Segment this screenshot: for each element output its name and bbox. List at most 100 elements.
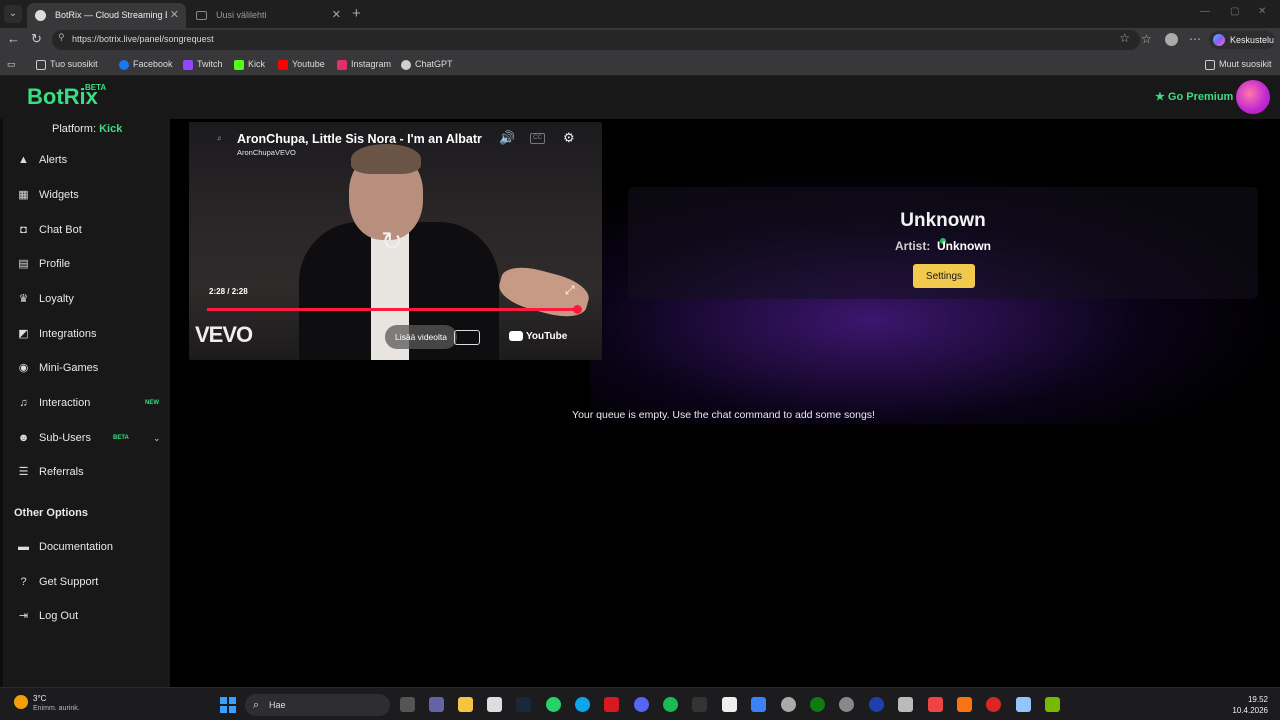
avatar[interactable] <box>1236 80 1270 114</box>
address-bar[interactable]: ⚲ https://botrix.live/panel/songrequest … <box>52 30 1140 50</box>
notepad-icon[interactable] <box>722 697 737 712</box>
sidebar-item-interaction[interactable]: ♫ Interaction NEW <box>3 389 170 417</box>
app-circle-icon[interactable] <box>839 697 854 712</box>
sidebar-item-referrals[interactable]: ☰ Referrals <box>3 458 170 486</box>
xbox-icon[interactable] <box>810 697 825 712</box>
maximize-icon[interactable]: ▢ <box>1230 6 1239 17</box>
copilot-label: Keskustelu <box>1230 35 1275 45</box>
close-window-icon[interactable]: ✕ <box>1258 6 1266 17</box>
back-icon[interactable]: ← <box>7 31 20 46</box>
ea-icon[interactable] <box>869 697 884 712</box>
weather-icon[interactable] <box>14 695 28 709</box>
bookmark-instagram[interactable]: Instagram <box>337 52 391 76</box>
clock-time: 19.52 <box>1247 695 1268 704</box>
sidebar-item-log-out[interactable]: ⇥ Log Out <box>3 602 170 630</box>
vlc-icon[interactable] <box>957 697 972 712</box>
youtube-logo[interactable]: YouTube <box>509 331 567 342</box>
close-tab-icon[interactable]: ✕ <box>332 3 341 28</box>
channel-avatar-icon[interactable]: ♫ <box>209 135 229 153</box>
video-channel[interactable]: AronChupaVEVO <box>237 148 296 157</box>
temperature[interactable]: 3°C <box>33 694 46 703</box>
bookmark-twitch[interactable]: Twitch <box>183 52 223 76</box>
close-tab-icon[interactable]: ✕ <box>170 3 179 28</box>
sidebar-item-widgets[interactable]: ▦ Widgets <box>3 181 170 209</box>
edge-icon[interactable] <box>575 697 590 712</box>
sidebar-item-label: Referrals <box>39 466 84 478</box>
browser-profile-icon[interactable] <box>1165 33 1178 46</box>
task-view-icon[interactable] <box>400 697 415 712</box>
snipping-tool-icon[interactable] <box>1016 697 1031 712</box>
volume-icon[interactable]: 🔊 <box>499 130 515 146</box>
sidebar-item-label: Documentation <box>39 541 113 553</box>
steam-icon[interactable] <box>516 697 531 712</box>
sidebar-item-integrations[interactable]: ◩ Integrations <box>3 320 170 348</box>
video-title[interactable]: AronChupa, Little Sis Nora - I'm an Alba… <box>237 132 482 146</box>
video-figure-hair <box>351 144 421 174</box>
refresh-icon[interactable]: ↻ <box>31 31 42 47</box>
go-premium-button[interactable]: ★ Go Premium <box>1155 90 1233 103</box>
sidebar-item-mini-games[interactable]: ◉ Mini-Games <box>3 354 170 382</box>
chatgpt-icon <box>401 59 411 70</box>
site-info-icon[interactable]: ⚲ <box>58 32 65 43</box>
gear-app-icon[interactable] <box>898 697 913 712</box>
system-clock[interactable]: 19.52 10.4.2026 <box>1232 694 1268 716</box>
app-l-icon[interactable] <box>604 697 619 712</box>
opera-gx-icon[interactable] <box>986 697 1001 712</box>
sidebar-item-chat-bot[interactable]: ◘ Chat Bot <box>3 216 170 244</box>
sidebar-item-documentation[interactable]: ▬ Documentation <box>3 533 170 561</box>
gear-icon[interactable]: ⚙ <box>563 130 575 146</box>
teams-icon[interactable] <box>429 697 444 712</box>
discord-icon[interactable] <box>634 697 649 712</box>
watch-later-icon[interactable] <box>454 330 480 345</box>
spotify-icon[interactable] <box>663 697 678 712</box>
sidebar-item-profile[interactable]: ▤ Profile <box>3 250 170 278</box>
logitech-icon[interactable] <box>692 697 707 712</box>
more-options-icon[interactable]: ⋯ <box>1189 32 1201 46</box>
settings-app-icon[interactable] <box>781 697 796 712</box>
sidebar-item-alerts[interactable]: ▲ Alerts <box>3 146 170 174</box>
progress-bar[interactable] <box>207 308 577 311</box>
replay-icon[interactable]: ↻ <box>381 226 403 257</box>
tab-new[interactable]: Uusi välilehti ✕ <box>188 3 348 28</box>
captions-icon[interactable]: CC <box>530 133 545 144</box>
store-icon[interactable] <box>487 697 502 712</box>
file-explorer-icon[interactable] <box>458 697 473 712</box>
progress-scrubber[interactable] <box>573 305 582 314</box>
watch-more-button[interactable]: Lisää videolta <box>385 325 457 349</box>
grid-icon: ▦ <box>18 189 29 201</box>
minimize-icon[interactable]: — <box>1200 6 1210 17</box>
new-tab-plus-icon[interactable]: + <box>352 5 361 22</box>
nvidia-icon[interactable] <box>1045 697 1060 712</box>
chevron-down-icon[interactable]: ⌄ <box>153 424 161 452</box>
favorites-icon[interactable]: ☆ <box>1141 32 1152 46</box>
favorite-star-icon[interactable]: ☆ <box>1119 31 1130 45</box>
mail-icon[interactable] <box>751 697 766 712</box>
sidebar-item-get-support[interactable]: ? Get Support <box>3 568 170 596</box>
whatsapp-icon[interactable] <box>546 697 561 712</box>
other-bookmarks[interactable]: Muut suosikit <box>1205 52 1272 76</box>
kick-icon <box>234 59 244 70</box>
weather-text[interactable]: Enimm. aurink. <box>33 705 80 712</box>
start-icon[interactable] <box>220 697 236 713</box>
tab-actions-icon[interactable]: ⌄ <box>4 5 22 23</box>
sidebar-item-label: Loyalty <box>39 293 74 305</box>
youtube-player[interactable]: ♫ AronChupa, Little Sis Nora - I'm an Al… <box>189 122 602 360</box>
sidebar-item-loyalty[interactable]: ♛ Loyalty <box>3 285 170 313</box>
artist-label: Artist: <box>894 239 931 253</box>
taskbar-search[interactable]: ⌕ Hae <box>245 694 390 716</box>
app-red-icon[interactable] <box>928 697 943 712</box>
bookmark-chatgpt[interactable]: ChatGPT <box>401 52 453 76</box>
fullscreen-icon[interactable]: ⤢ <box>565 283 575 298</box>
bookmark-facebook[interactable]: Facebook <box>119 52 173 76</box>
song-title: Unknown <box>900 210 986 231</box>
new-badge: NEW <box>145 400 159 406</box>
sidebar-item-sub-users[interactable]: ☻ Sub-Users BETA ⌄ <box>3 424 170 452</box>
bookmark-kick[interactable]: Kick <box>234 52 265 76</box>
bookmark-import[interactable]: Tuo suosikit <box>36 52 98 76</box>
settings-button[interactable]: Settings <box>913 264 975 288</box>
bookmark-youtube[interactable]: Youtube <box>278 52 325 76</box>
copilot-button[interactable]: Keskustelu <box>1209 31 1275 49</box>
sidebar-toggle-icon[interactable]: ▭ <box>7 52 16 76</box>
tab-botrix[interactable]: BotRix — Cloud Streaming Bot for ✕ <box>27 3 186 28</box>
botrix-app: BotRix BETA ★ Go Premium Platform: Kick … <box>0 76 1280 687</box>
